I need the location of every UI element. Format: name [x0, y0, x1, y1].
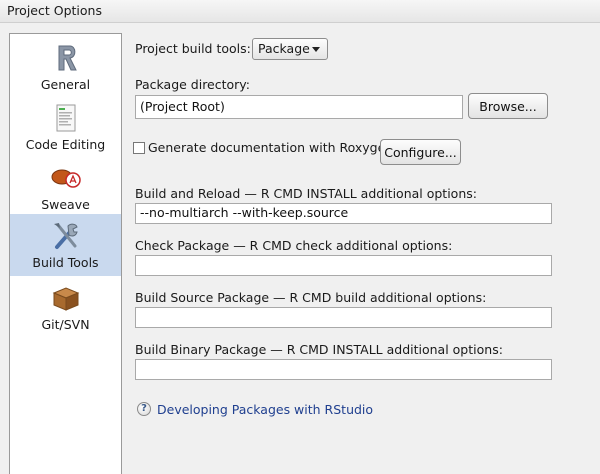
build-source-options-field[interactable] [135, 307, 552, 328]
sidebar-item-code-editing[interactable]: Code Editing [10, 96, 121, 158]
check-package-label: Check Package — R CMD check additional o… [135, 238, 453, 253]
sidebar-item-sweave[interactable]: Sweave [10, 156, 121, 218]
check-options-field[interactable] [135, 255, 552, 276]
roxygen-checkbox[interactable] [133, 142, 145, 154]
build-tools-icon [54, 223, 78, 249]
browse-button[interactable]: Browse... [468, 93, 548, 119]
sidebar-item-label: Sweave [41, 197, 90, 212]
build-binary-options-field[interactable] [135, 359, 552, 380]
configure-button[interactable]: Configure... [380, 139, 461, 165]
sidebar-item-general[interactable]: General [10, 36, 121, 98]
build-reload-options-field[interactable]: --no-multiarch --with-keep.source [135, 203, 552, 224]
sidebar-item-label: Git/SVN [41, 317, 90, 332]
r-logo-icon [58, 45, 77, 71]
window-title: Project Options [7, 3, 102, 18]
title-bar: Project Options [0, 0, 600, 23]
code-editing-icon [56, 104, 76, 132]
developing-packages-link[interactable]: Developing Packages with RStudio [157, 402, 373, 417]
sidebar-item-git-svn[interactable]: Git/SVN [10, 276, 121, 338]
build-source-label: Build Source Package — R CMD build addit… [135, 290, 487, 305]
project-build-tools-label: Project build tools: [135, 41, 251, 56]
package-directory-field[interactable]: (Project Root) [135, 95, 463, 119]
chevron-down-icon [312, 47, 320, 52]
git-box-icon [52, 287, 80, 311]
project-build-tools-select[interactable]: Package [252, 38, 328, 60]
sidebar-item-label: Code Editing [25, 137, 106, 152]
build-tools-panel: Project build tools: Package Package dir… [121, 22, 600, 458]
sweave-icon [51, 169, 81, 188]
roxygen-label: Generate documentation with Roxygen [148, 140, 394, 155]
select-value: Package [258, 41, 310, 56]
options-sidebar: General Code Editing Sweave Build Tools … [9, 33, 122, 474]
package-directory-label: Package directory: [135, 77, 251, 92]
help-icon[interactable]: ? [137, 402, 151, 416]
sidebar-item-build-tools[interactable]: Build Tools [10, 214, 121, 276]
build-reload-label: Build and Reload — R CMD INSTALL additio… [135, 186, 477, 201]
sidebar-item-label: Build Tools [32, 255, 99, 270]
sidebar-item-label: General [40, 77, 91, 92]
build-binary-label: Build Binary Package — R CMD INSTALL add… [135, 342, 503, 357]
